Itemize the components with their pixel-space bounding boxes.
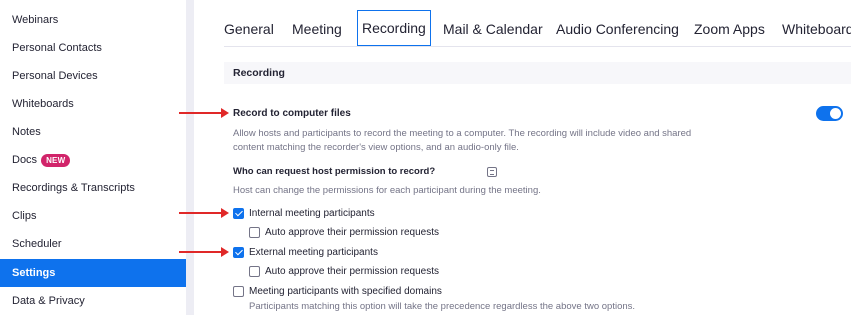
info-icon[interactable] — [487, 167, 497, 177]
host-permission-title: Who can request host permission to recor… — [233, 166, 436, 177]
external-auto-approve-label: Auto approve their permission requests — [265, 266, 439, 277]
settings-tabs: General Meeting Recording Mail & Calenda… — [194, 0, 851, 47]
tab-general[interactable]: General — [224, 12, 274, 46]
record-to-computer-toggle[interactable] — [816, 106, 843, 121]
tabs-underline — [224, 46, 851, 47]
external-participants-label: External meeting participants — [249, 247, 378, 258]
sidebar-item-personal-devices[interactable]: Personal Devices — [0, 62, 186, 90]
settings-sidebar: Webinars Personal Contacts Personal Devi… — [0, 0, 186, 315]
sidebar-item-clips[interactable]: Clips — [0, 202, 186, 230]
sidebar-item-notes[interactable]: Notes — [0, 118, 186, 146]
sidebar-item-docs[interactable]: Docs NEW — [0, 146, 186, 174]
tab-label: Whiteboard — [782, 21, 851, 37]
tab-label: Recording — [362, 20, 426, 36]
host-permission-description: Host can change the permissions for each… — [233, 185, 541, 196]
new-badge: NEW — [41, 153, 71, 167]
section-title: Recording — [233, 67, 285, 79]
sidebar-item-webinars[interactable]: Webinars — [0, 6, 186, 34]
sidebar-item-label: Personal Contacts — [12, 42, 102, 54]
sidebar-item-label: Personal Devices — [12, 70, 98, 82]
internal-participants-label: Internal meeting participants — [249, 208, 375, 219]
tab-label: Zoom Apps — [694, 21, 765, 37]
sidebar-item-label: Webinars — [12, 14, 59, 26]
record-to-computer-description: Allow hosts and participants to record t… — [233, 128, 692, 153]
internal-auto-approve-label: Auto approve their permission requests — [265, 227, 439, 238]
sidebar-item-label: Data & Privacy — [12, 295, 85, 307]
external-auto-approve-checkbox[interactable] — [249, 266, 260, 277]
annotation-arrow — [179, 108, 229, 118]
tab-recording[interactable]: Recording — [357, 10, 431, 46]
specified-domains-checkbox[interactable] — [233, 286, 244, 297]
tab-whiteboard[interactable]: Whiteboard — [782, 12, 851, 46]
specified-domains-label: Meeting participants with specified doma… — [249, 286, 442, 297]
annotation-arrow — [179, 208, 229, 218]
specified-domains-note: Participants matching this option will t… — [249, 301, 636, 312]
sidebar-item-data-privacy[interactable]: Data & Privacy — [0, 287, 186, 315]
sidebar-item-label: Notes — [12, 126, 41, 138]
sidebar-divider — [186, 0, 194, 315]
sidebar-item-recordings-transcripts[interactable]: Recordings & Transcripts — [0, 174, 186, 202]
sidebar-item-settings[interactable]: Settings — [0, 259, 186, 287]
sidebar-item-label: Docs — [12, 154, 38, 166]
tab-label: Audio Conferencing — [556, 21, 679, 37]
sidebar-item-label: Settings — [12, 267, 56, 279]
annotation-arrow — [179, 247, 229, 257]
sidebar-item-label: Scheduler — [12, 238, 62, 250]
external-participants-checkbox[interactable] — [233, 247, 244, 258]
sidebar-item-scheduler[interactable]: Scheduler — [0, 230, 186, 258]
section-header: Recording — [224, 62, 851, 84]
sidebar-item-label: Recordings & Transcripts — [12, 182, 135, 194]
tab-label: Mail & Calendar — [443, 21, 543, 37]
internal-auto-approve-checkbox[interactable] — [249, 227, 260, 238]
sidebar-item-label: Clips — [12, 210, 37, 222]
sidebar-item-personal-contacts[interactable]: Personal Contacts — [0, 34, 186, 62]
internal-participants-checkbox[interactable] — [233, 208, 244, 219]
record-to-computer-title: Record to computer files — [233, 108, 351, 119]
tab-zoom-apps[interactable]: Zoom Apps — [694, 12, 765, 46]
tab-meeting[interactable]: Meeting — [292, 12, 342, 46]
sidebar-item-label: Whiteboards — [12, 98, 74, 110]
tab-mail-calendar[interactable]: Mail & Calendar — [443, 12, 543, 46]
tab-label: Meeting — [292, 21, 342, 37]
tab-label: General — [224, 21, 274, 37]
tab-audio-conferencing[interactable]: Audio Conferencing — [556, 12, 679, 46]
sidebar-item-whiteboards[interactable]: Whiteboards — [0, 90, 186, 118]
